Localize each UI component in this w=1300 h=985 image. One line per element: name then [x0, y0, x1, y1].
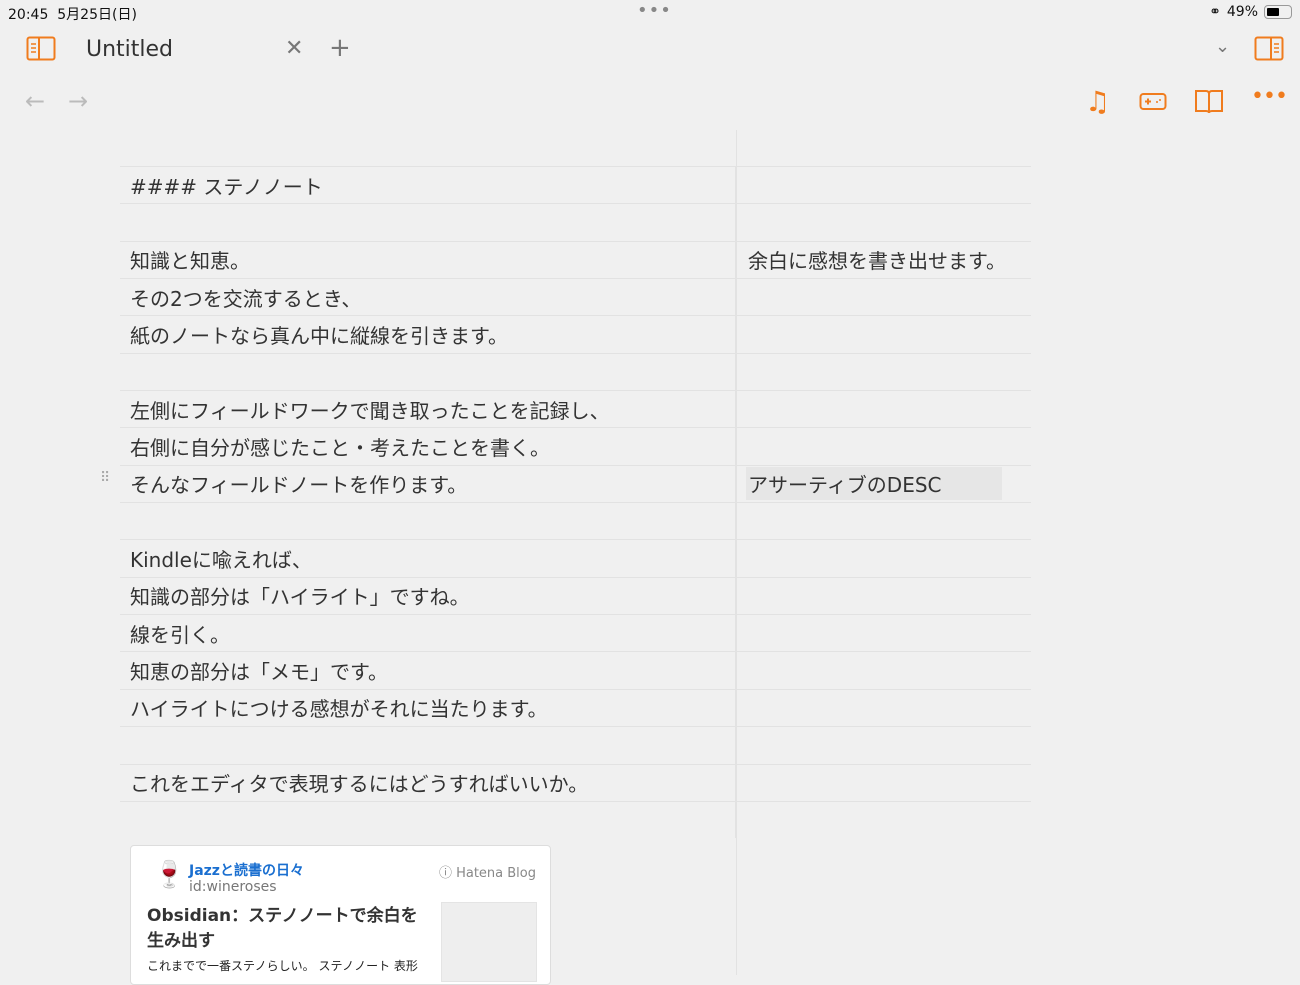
table-row[interactable] [120, 726, 1031, 764]
cell-text: #### ステノノート [130, 174, 323, 199]
table-row[interactable]: 右側に自分が感じたこと・考えたことを書く。 [120, 427, 1031, 465]
music-note-icon[interactable]: ♫ [1085, 88, 1110, 116]
table-row[interactable]: 紙のノートなら真ん中に縦線を引きます。 [120, 315, 1031, 353]
left-sidebar-toggle-icon[interactable] [26, 36, 56, 62]
left-cell[interactable]: 右側に自分が感じたこと・考えたことを書く。 [120, 428, 736, 465]
cell-text: ハイライトにつける感想がそれに当たります。 [130, 697, 548, 722]
blog-id: id:wineroses [189, 879, 277, 895]
right-cell[interactable] [736, 652, 1031, 688]
table-row[interactable]: その2つを交流するとき、 [120, 278, 1031, 316]
left-cell[interactable] [120, 801, 736, 839]
left-cell[interactable]: #### ステノノート [120, 167, 736, 204]
left-cell[interactable]: 紙のノートなら真ん中に縦線を引きます。 [120, 316, 736, 353]
drag-handle-icon[interactable]: ⠿ [100, 471, 111, 485]
right-cell[interactable] [736, 802, 1031, 838]
left-cell[interactable]: 知識の部分は「ハイライト」ですね。 [120, 577, 736, 615]
right-cell[interactable] [736, 279, 1031, 315]
right-cell[interactable] [736, 354, 1031, 390]
table-row[interactable] [120, 352, 1031, 391]
left-cell[interactable] [120, 204, 736, 241]
cell-text: 紙のノートなら真ん中に縦線を引きます。 [130, 324, 508, 349]
cell-text: 知識の部分は「ハイライト」ですね。 [130, 585, 470, 610]
table-row[interactable]: 線を引く。 [120, 614, 1031, 652]
battery-percent: 49% [1226, 4, 1258, 20]
table-row[interactable] [120, 502, 1031, 540]
left-cell[interactable] [120, 353, 736, 391]
card-description: これまでで一番ステノらしい。 ステノノート 表形 [147, 959, 418, 973]
forward-arrow-icon[interactable]: → [68, 89, 88, 113]
table-row[interactable]: そんなフィールドノートを作ります。 アサーティブのDESC [120, 464, 1031, 503]
status-time: 20:45 5月25日(日) [8, 7, 137, 23]
steno-table: #### ステノノート 知識と知恵。 余白に感想を書き出せます。その2つを交流すると… [120, 166, 1031, 839]
cell-text: そんなフィールドノートを作ります。 [130, 473, 468, 498]
table-row[interactable]: 知恵の部分は「メモ」です。 [120, 651, 1031, 689]
left-cell[interactable]: これをエディタで表現するにはどうすればいいか。 [120, 764, 736, 801]
link-icon: ⚭ [1209, 4, 1221, 20]
table-row[interactable]: #### ステノノート [120, 166, 1031, 204]
left-cell[interactable]: 線を引く。 [120, 615, 736, 652]
table-row[interactable] [120, 800, 1031, 839]
card-title[interactable]: Obsidian：ステノノートで余白を生み出す [147, 904, 432, 954]
card-thumbnail [441, 902, 537, 982]
multitasking-dots[interactable]: ••• [637, 0, 672, 21]
battery-icon [1264, 5, 1292, 19]
left-cell[interactable]: そんなフィールドノートを作ります。 [120, 465, 736, 503]
cell-text: アサーティブのDESC [746, 467, 1002, 501]
new-tab-icon[interactable]: + [329, 35, 351, 61]
table-row[interactable]: 知識の部分は「ハイライト」ですね。 [120, 576, 1031, 615]
cell-text: 知識と知恵。 [130, 249, 250, 274]
left-cell[interactable]: 左側にフィールドワークで聞き取ったことを記録し、 [120, 391, 736, 428]
right-cell[interactable] [736, 578, 1031, 614]
tab-title[interactable]: Untitled [86, 37, 173, 62]
hatena-logo: ⓘ Hatena Blog [438, 866, 536, 881]
right-sidebar-toggle-icon[interactable] [1254, 36, 1284, 62]
game-controller-icon[interactable] [1139, 92, 1167, 112]
right-cell[interactable] [736, 615, 1031, 651]
more-options-icon[interactable]: ••• [1251, 86, 1288, 108]
cell-text: その2つを交流するとき、 [130, 286, 362, 311]
cell-text: 余白に感想を書き出せます。 [748, 249, 1006, 274]
left-cell[interactable]: その2つを交流するとき、 [120, 279, 736, 316]
left-cell[interactable] [120, 727, 736, 764]
right-cell[interactable] [736, 391, 1031, 427]
right-cell[interactable] [736, 690, 1031, 726]
book-icon[interactable] [1194, 88, 1224, 116]
cell-text: 知恵の部分は「メモ」です。 [130, 660, 388, 685]
right-cell[interactable]: アサーティブのDESC [736, 466, 1031, 502]
table-row[interactable]: ハイライトにつける感想がそれに当たります。 [120, 688, 1031, 727]
wine-glass-icon: 🍷 [153, 860, 186, 890]
blog-name[interactable]: Jazzと読書の日々 [189, 860, 304, 880]
cell-text: 右側に自分が感じたこと・考えたことを書く。 [130, 436, 550, 461]
right-cell[interactable] [736, 167, 1031, 203]
right-cell[interactable] [736, 765, 1031, 801]
table-row[interactable] [120, 203, 1031, 241]
left-cell[interactable]: Kindleに喩えれば、 [120, 540, 736, 577]
left-cell[interactable]: ハイライトにつける感想がそれに当たります。 [120, 689, 736, 727]
right-cell[interactable] [736, 540, 1031, 576]
table-row[interactable]: 知識と知恵。 余白に感想を書き出せます。 [120, 240, 1031, 279]
cell-text: これをエディタで表現するにはどうすればいいか。 [130, 772, 589, 797]
back-arrow-icon[interactable]: ← [25, 89, 45, 113]
right-cell[interactable]: 余白に感想を書き出せます。 [736, 242, 1031, 278]
chevron-down-icon[interactable]: ⌄ [1215, 38, 1230, 56]
right-cell[interactable] [736, 503, 1031, 539]
left-cell[interactable]: 知恵の部分は「メモ」です。 [120, 652, 736, 689]
left-cell[interactable] [120, 503, 736, 540]
table-row[interactable]: Kindleに喩えれば、 [120, 539, 1031, 577]
left-cell[interactable]: 知識と知恵。 [120, 241, 736, 279]
right-cell[interactable] [736, 316, 1031, 352]
right-cell[interactable] [736, 428, 1031, 464]
table-row[interactable]: これをエディタで表現するにはどうすればいいか。 [120, 763, 1031, 801]
right-cell[interactable] [736, 727, 1031, 763]
right-cell[interactable] [736, 204, 1031, 240]
close-tab-icon[interactable]: ✕ [285, 38, 303, 60]
cell-text: 左側にフィールドワークで聞き取ったことを記録し、 [130, 398, 610, 423]
table-row[interactable]: 左側にフィールドワークで聞き取ったことを記録し、 [120, 390, 1031, 428]
cell-text: 線を引く。 [130, 622, 230, 647]
status-bar: 20:45 5月25日(日) ••• ⚭ 49% [0, 0, 1300, 24]
link-card[interactable]: 🍷 Jazzと読書の日々 id:wineroses ⓘ Hatena Blog … [130, 845, 551, 985]
cell-text: Kindleに喩えれば、 [130, 548, 312, 573]
